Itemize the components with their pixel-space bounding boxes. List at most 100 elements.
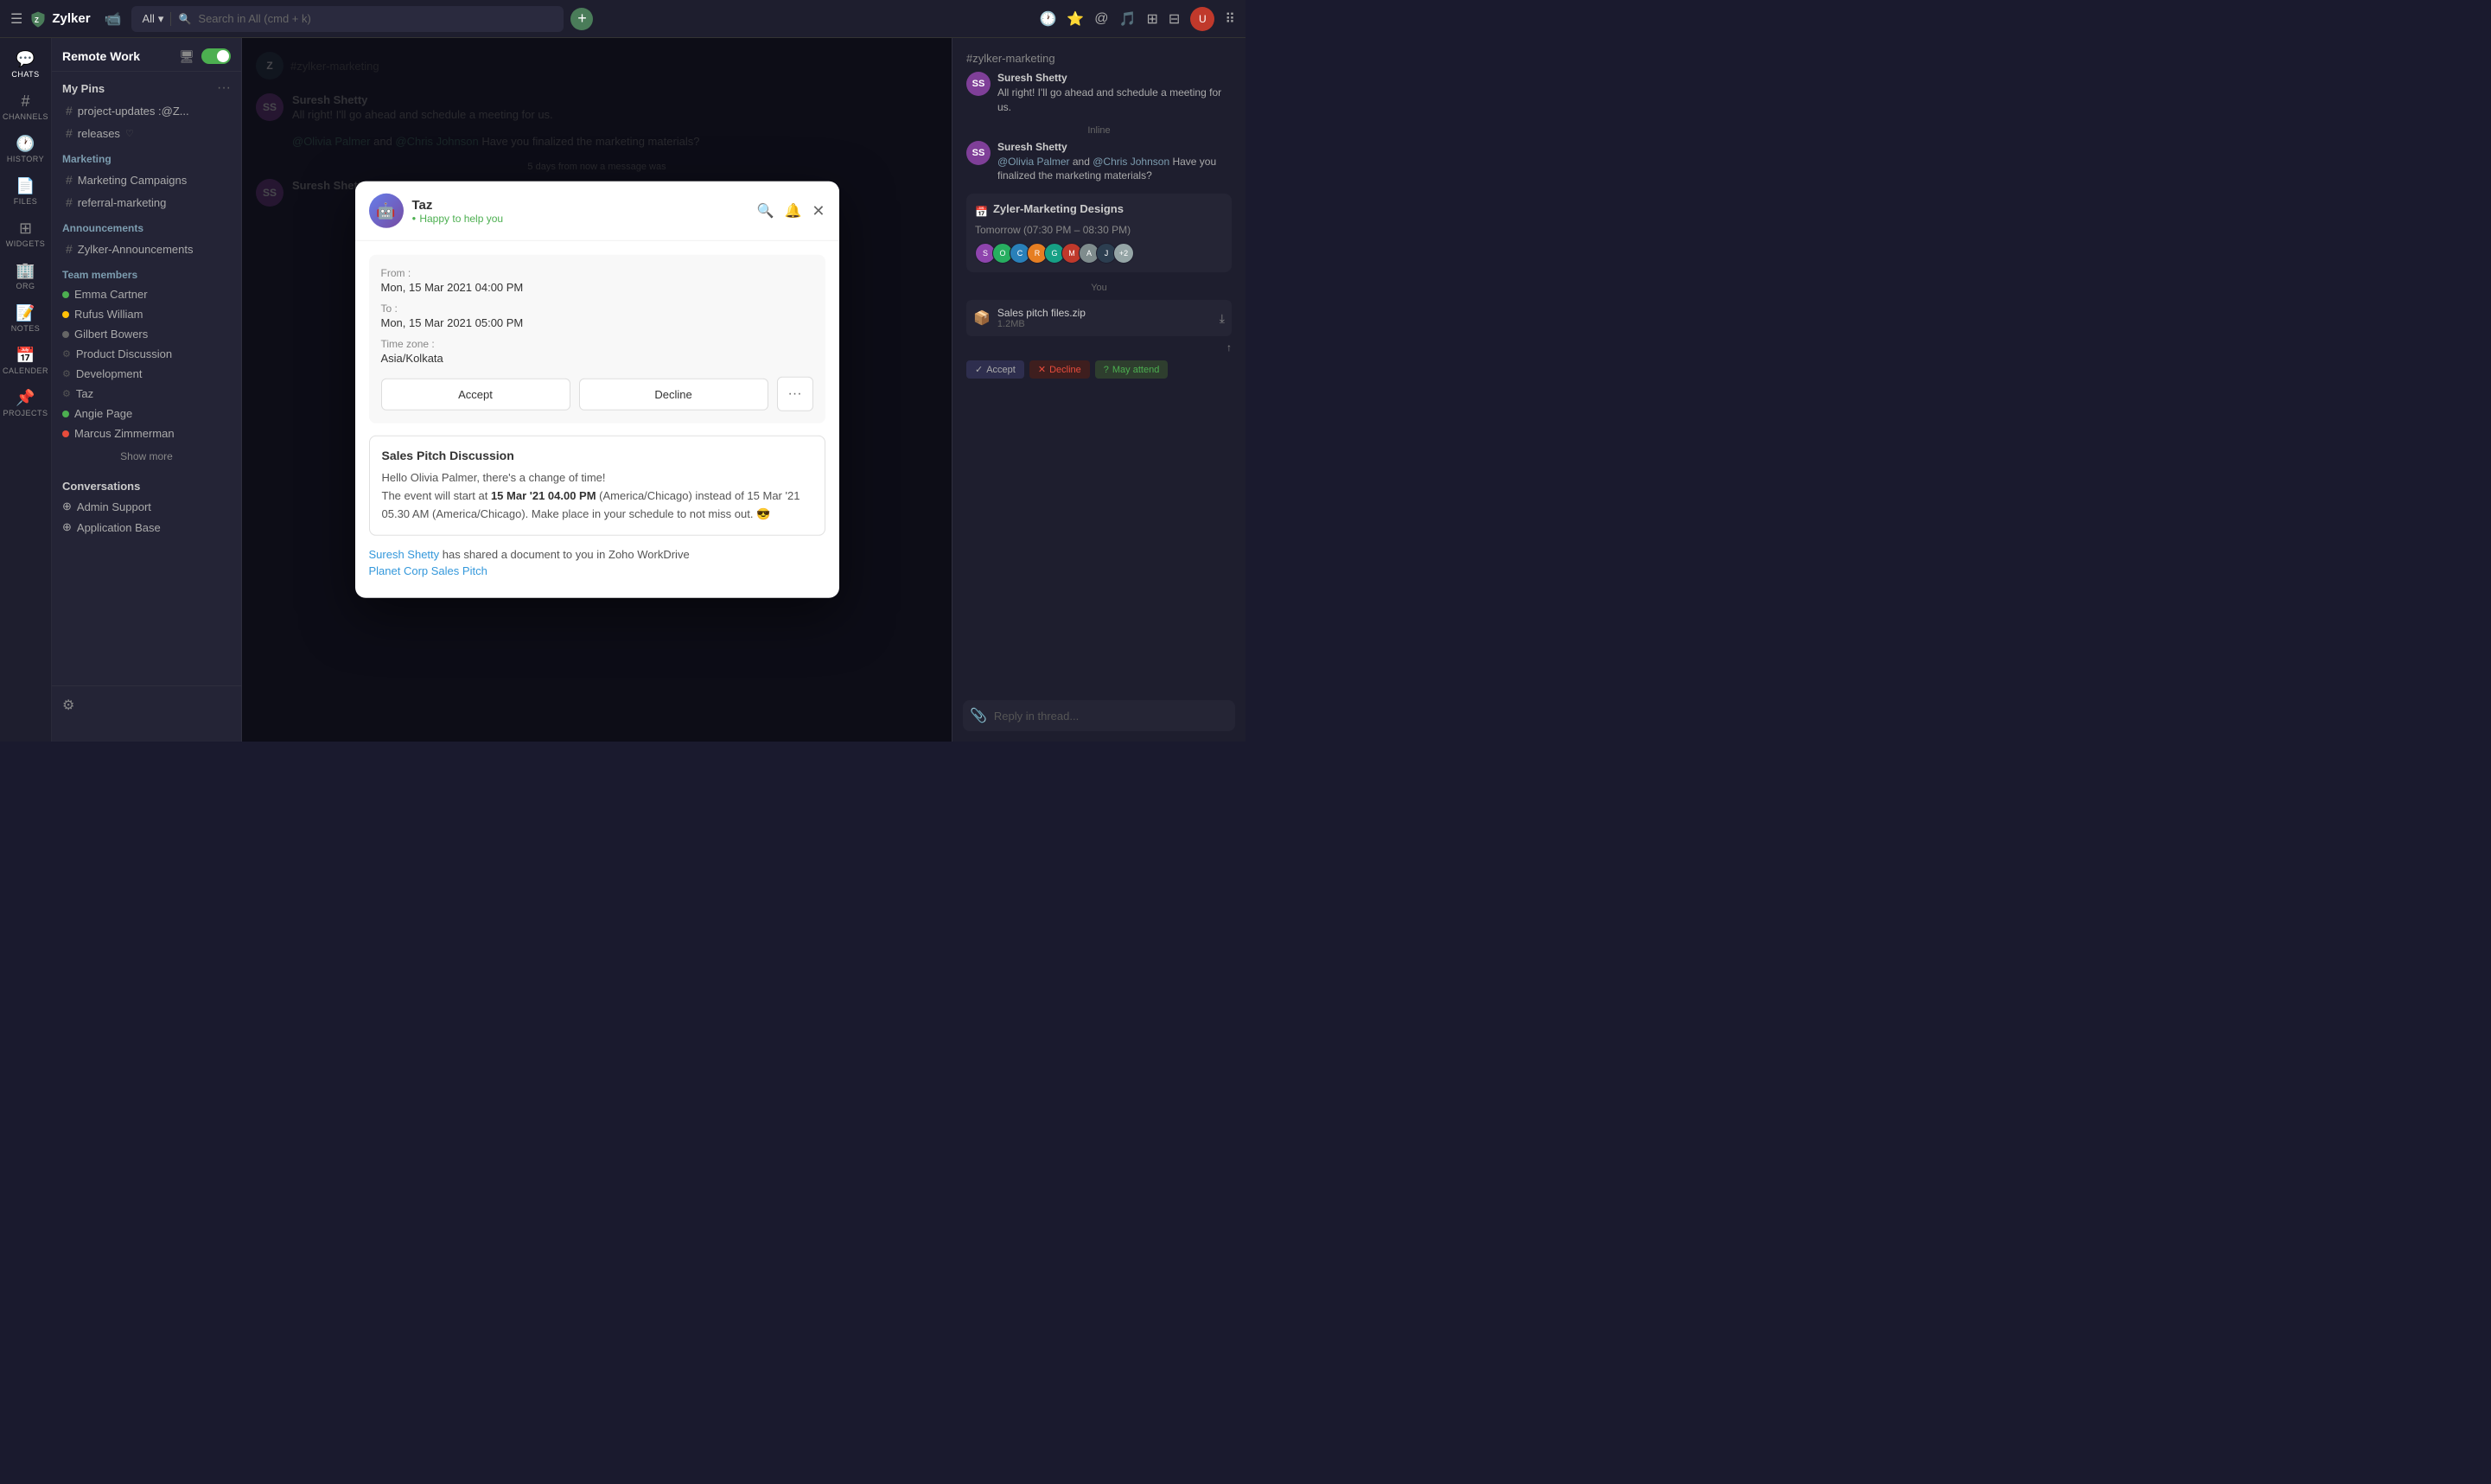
- hash-icon: #: [66, 195, 73, 209]
- modal-search-icon[interactable]: 🔍: [757, 202, 774, 220]
- mention-icon[interactable]: @: [1094, 11, 1108, 27]
- right-message-1: SS Suresh Shetty All right! I'll go ahea…: [966, 72, 1232, 115]
- search-icon: 🔍: [178, 13, 191, 25]
- sidebar-item-projects[interactable]: 📌 PROJECTS: [0, 384, 51, 423]
- left-panel: Remote Work 🖥 My Pins ··· # project-upda…: [52, 38, 242, 742]
- event-actions: Accept Decline ···: [381, 377, 813, 411]
- search-bar: All ▾ 🔍: [131, 6, 564, 32]
- channel-zylker-announcements[interactable]: # Zylker-Announcements: [55, 239, 238, 259]
- event-more-button[interactable]: ···: [777, 377, 813, 411]
- conv-application-base[interactable]: ⊕ Application Base: [52, 517, 241, 538]
- sidebar-item-chats[interactable]: 💬 CHATS: [0, 45, 51, 84]
- app-logo: Z Zylker: [29, 10, 90, 28]
- member-gilbert-bowers[interactable]: Gilbert Bowers: [52, 324, 241, 344]
- workspace-controls: 🖥: [179, 48, 231, 64]
- apps-icon[interactable]: ⠿: [1225, 10, 1235, 28]
- my-pins-more[interactable]: ···: [217, 80, 231, 96]
- pitch-body: Hello Olivia Palmer, there's a change of…: [382, 469, 812, 523]
- sidebar-item-org[interactable]: 🏢 ORG: [0, 257, 51, 296]
- monitor-icon[interactable]: 🖥: [179, 49, 194, 64]
- org-icon: 🏢: [16, 262, 35, 280]
- pitch-card: Sales Pitch Discussion Hello Olivia Palm…: [369, 436, 825, 536]
- right-channel-name: #zylker-marketing: [966, 52, 1232, 65]
- channel-marketing-campaigns[interactable]: # Marketing Campaigns: [55, 169, 238, 190]
- status-green-icon: [62, 411, 69, 417]
- time-divider: You: [966, 283, 1232, 293]
- conv-icon: ⊕: [62, 500, 72, 513]
- hash-icon: #: [66, 104, 73, 118]
- pitch-title: Sales Pitch Discussion: [382, 449, 812, 462]
- sidebar-item-channels[interactable]: # CHANNELS: [0, 87, 51, 126]
- channel-referral-marketing[interactable]: # referral-marketing: [55, 192, 238, 213]
- download-icon[interactable]: ⤓: [1220, 311, 1225, 326]
- member-rufus-william[interactable]: Rufus William: [52, 304, 241, 324]
- settings-icon[interactable]: ⚙: [62, 698, 74, 713]
- pin-item-project-updates[interactable]: # project-updates :@Z...: [55, 100, 238, 121]
- toggle-switch[interactable]: [201, 48, 231, 64]
- reply-input[interactable]: [994, 710, 1228, 723]
- modal-bell-icon[interactable]: 🔔: [784, 202, 801, 220]
- card-avatars: S O C R G M A J +2: [975, 243, 1223, 264]
- topbar: ☰ Z Zylker 📹 All ▾ 🔍 + 🕐 ⭐ @ 🎵 ⊞ ⊟ U ⠿: [0, 0, 1246, 38]
- conv-icon: ⊕: [62, 520, 72, 534]
- show-more-button[interactable]: Show more: [52, 443, 241, 469]
- topbar-right: 🕐 ⭐ @ 🎵 ⊞ ⊟ U ⠿: [1039, 7, 1235, 31]
- conv-admin-support[interactable]: ⊕ Admin Support: [52, 496, 241, 517]
- my-pins-header: My Pins ···: [52, 72, 241, 99]
- modal-header: 🤖 Taz Happy to help you 🔍 🔔 ✕: [355, 182, 839, 241]
- history-icon: 🕐: [16, 135, 35, 153]
- event-from-field: From : Mon, 15 Mar 2021 04:00 PM: [381, 267, 813, 294]
- member-taz[interactable]: ⚙ Taz: [52, 384, 241, 404]
- sidebar-item-widgets[interactable]: ⊞ WIDGETS: [0, 214, 51, 253]
- bot-name: Taz: [412, 197, 504, 212]
- widgets-icon: ⊞: [19, 220, 32, 238]
- avatar[interactable]: U: [1190, 7, 1214, 31]
- check-icon: ✓: [975, 364, 983, 375]
- gear-icon: ⚙: [62, 348, 71, 360]
- cam-icon[interactable]: 📹: [105, 10, 122, 28]
- bot-info: 🤖 Taz Happy to help you: [369, 194, 504, 228]
- menu-icon[interactable]: ☰: [10, 10, 22, 28]
- pin-item-releases[interactable]: # releases ♡: [55, 123, 238, 143]
- new-item-button[interactable]: +: [570, 8, 593, 30]
- sidebar-item-files[interactable]: 📄 FILES: [0, 172, 51, 211]
- member-development[interactable]: ⚙ Development: [52, 364, 241, 384]
- my-pins-title: My Pins: [62, 82, 105, 95]
- calendar-icon: 📅: [16, 347, 35, 365]
- accept-button[interactable]: Accept: [381, 378, 570, 410]
- layout-icon[interactable]: ⊟: [1169, 10, 1180, 28]
- search-input[interactable]: [198, 12, 371, 25]
- member-angie-page[interactable]: Angie Page: [52, 404, 241, 424]
- member-product-discussion[interactable]: ⚙ Product Discussion: [52, 344, 241, 364]
- file-attachment: 📦 Sales pitch files.zip 1.2MB ⤓: [966, 300, 1232, 336]
- right-accept-button[interactable]: ✓ Accept: [966, 360, 1024, 379]
- decline-button[interactable]: Decline: [579, 378, 768, 410]
- right-avatar-2: SS: [966, 141, 991, 165]
- main-content: Z #zylker-marketing SS Suresh Shetty All…: [242, 38, 952, 742]
- grid-icon[interactable]: ⊞: [1146, 10, 1157, 28]
- workspace-name: Remote Work: [62, 49, 140, 63]
- sidebar-item-calendar[interactable]: 📅 CALENDER: [0, 341, 51, 380]
- clock-icon[interactable]: 🕐: [1039, 10, 1056, 28]
- right-decline-button[interactable]: ✕ Decline: [1029, 360, 1090, 379]
- sidebar-item-history[interactable]: 🕐 HISTORY: [0, 130, 51, 169]
- audio-icon[interactable]: 🎵: [1119, 10, 1137, 28]
- announcements-group-title: Announcements: [52, 213, 241, 238]
- shared-by-link[interactable]: Suresh Shetty: [369, 548, 440, 561]
- heart-icon: ♡: [125, 128, 134, 139]
- shared-doc-link[interactable]: Planet Corp Sales Pitch: [369, 564, 825, 577]
- attach-icon[interactable]: 📎: [970, 707, 987, 724]
- left-panel-footer: ⚙: [52, 685, 241, 724]
- sidebar-item-notes[interactable]: 📝 NOTES: [0, 299, 51, 338]
- right-may-attend-button[interactable]: ? May attend: [1095, 360, 1169, 379]
- svg-text:Z: Z: [35, 16, 39, 24]
- right-event-card: 📅 Zyler-Marketing Designs Tomorrow (07:3…: [966, 194, 1232, 272]
- search-filter[interactable]: All ▾: [142, 12, 171, 26]
- inline-divider: Inline: [966, 125, 1232, 136]
- icon-sidebar: 💬 CHATS # CHANNELS 🕐 HISTORY 📄 FILES ⊞ W…: [0, 38, 52, 742]
- member-marcus-zimmerman[interactable]: Marcus Zimmerman: [52, 424, 241, 443]
- star-icon[interactable]: ⭐: [1067, 10, 1084, 28]
- team-members-group-title: Team members: [52, 260, 241, 284]
- member-emma-cartner[interactable]: Emma Cartner: [52, 284, 241, 304]
- modal-close-button[interactable]: ✕: [812, 201, 825, 220]
